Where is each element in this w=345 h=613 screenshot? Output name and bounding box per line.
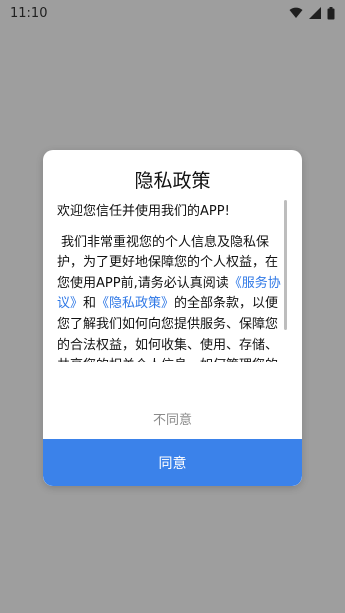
scrollbar[interactable] [284,200,287,330]
dialog-title: 隐私政策 [134,170,211,192]
status-time: 11:10 [10,5,48,21]
privacy-policy-link[interactable]: 《隐私政策》 [96,296,174,311]
status-bar: 11:10 [0,0,345,26]
policy-text-and: 和 [83,296,97,312]
agree-button[interactable]: 同意 [43,439,302,486]
privacy-dialog: 隐私政策 欢迎您信任并使用我们的APP! 我们非常重视您的个人信息及隐私保护，为… [43,150,302,486]
signal-icon [309,7,321,19]
status-icons [289,6,335,20]
disagree-button[interactable]: 不同意 [43,409,302,428]
battery-icon [327,6,335,19]
welcome-text: 欢迎您信任并使用我们的APP! [57,204,230,219]
wifi-icon [289,7,303,18]
